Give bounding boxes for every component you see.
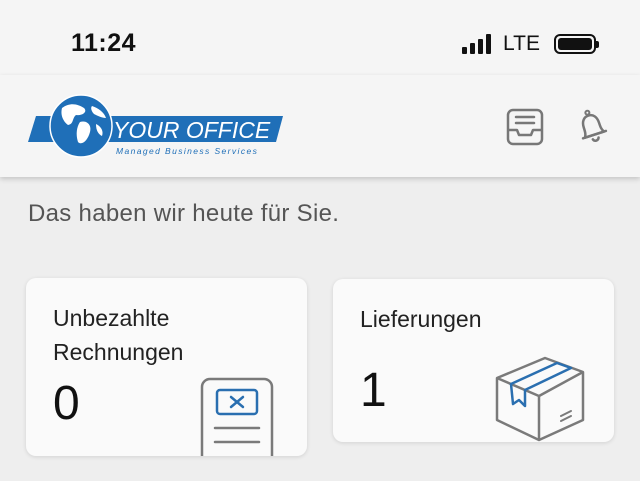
unpaid-invoices-count: 0 <box>53 377 80 430</box>
bell-icon[interactable] <box>570 105 614 149</box>
card-title: Unbezahlte Rechnungen <box>53 301 253 369</box>
status-bar: 11:24 LTE <box>0 0 640 75</box>
network-type: LTE <box>503 32 540 55</box>
status-indicators: LTE <box>462 31 599 57</box>
battery-full-icon <box>554 34 599 54</box>
company-logo[interactable]: YOUR OFFICE Managed Business Services <box>26 92 288 162</box>
unpaid-invoices-card[interactable]: Unbezahlte Rechnungen 0 <box>26 278 307 456</box>
app-header: YOUR OFFICE Managed Business Services <box>0 75 640 177</box>
globe-icon <box>49 94 113 158</box>
inbox-icon[interactable] <box>503 105 547 149</box>
invoice-icon <box>200 377 274 456</box>
status-time: 11:24 <box>71 29 137 57</box>
greeting-text: Das haben wir heute für Sie. <box>28 200 340 227</box>
logo-title: YOUR OFFICE <box>113 117 271 143</box>
card-title-line1: Unbezahlte <box>53 305 170 331</box>
deliveries-count: 1 <box>360 364 387 417</box>
deliveries-card[interactable]: Lieferungen 1 <box>333 279 614 442</box>
card-title-line2: Rechnungen <box>53 339 184 365</box>
logo-tagline: Managed Business Services <box>116 146 258 156</box>
package-icon <box>495 356 585 442</box>
card-title: Lieferungen <box>360 306 482 332</box>
cellular-signal-icon <box>462 34 492 54</box>
